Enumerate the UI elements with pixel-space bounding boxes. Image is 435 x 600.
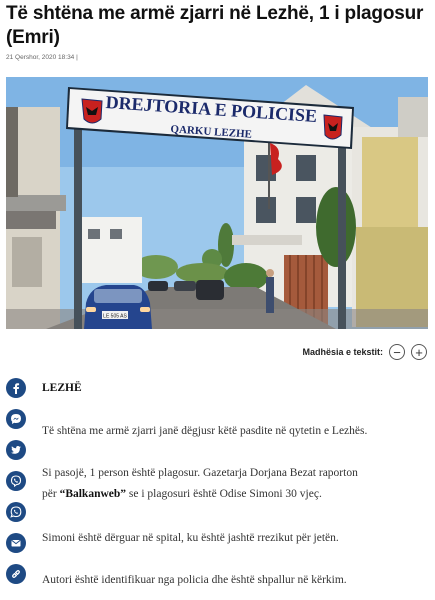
share-viber-button[interactable]	[6, 471, 26, 491]
paragraph-text: për	[42, 488, 60, 500]
police-emblem-right-icon	[323, 114, 343, 140]
link-icon	[12, 570, 20, 578]
share-twitter-button[interactable]	[6, 440, 26, 460]
paragraph-line: Si pasojë, 1 person është plagosur. Gaze…	[42, 467, 358, 479]
viber-icon	[10, 475, 22, 487]
share-email-button[interactable]	[6, 533, 26, 553]
police-building-photo: LE 505 AS DREJTORIA E POLICISE QARKU LEZ…	[6, 77, 428, 329]
facebook-icon	[13, 383, 20, 394]
article-paragraph-2: Si pasojë, 1 person është plagosur. Gaze…	[42, 463, 430, 505]
decrease-font-button[interactable]: −	[389, 344, 405, 360]
share-whatsapp-button[interactable]	[6, 502, 26, 522]
article-paragraph: Simoni është dërguar në spital, ku është…	[42, 532, 339, 544]
article-paragraph: Të shtëna me armë zjarri janë dëgjusr kë…	[42, 425, 368, 437]
article-page: Të shtëna me armë zjarri në Lezhë, 1 i p…	[0, 0, 435, 600]
font-size-label: Madhësia e tekstit:	[302, 347, 383, 357]
outlet-name: “Balkanweb”	[59, 488, 127, 500]
article-paragraph: Autori është identifikuar nga policia dh…	[42, 574, 347, 586]
license-plate: LE 505 AS	[103, 314, 127, 320]
whatsapp-icon	[10, 506, 22, 518]
article-title: Të shtëna me armë zjarri në Lezhë, 1 i p…	[6, 3, 424, 48]
share-facebook-button[interactable]	[6, 378, 26, 398]
increase-font-button[interactable]: +	[411, 344, 427, 360]
article-date: 21 Qershor, 2020 18:34 |	[6, 54, 78, 61]
twitter-icon	[11, 446, 21, 454]
email-icon	[11, 540, 21, 547]
font-size-control: Madhësia e tekstit: − +	[302, 342, 427, 362]
share-link-button[interactable]	[6, 564, 26, 584]
article-dateline: LEZHË	[42, 382, 82, 394]
share-messenger-button[interactable]	[6, 409, 26, 429]
article-photo[interactable]: LE 505 AS DREJTORIA E POLICISE QARKU LEZ…	[6, 77, 428, 329]
paragraph-text: se i plagosuri është Odise Simoni 30 vje…	[126, 488, 322, 500]
messenger-icon	[11, 414, 21, 424]
police-emblem-left-icon	[81, 98, 103, 124]
